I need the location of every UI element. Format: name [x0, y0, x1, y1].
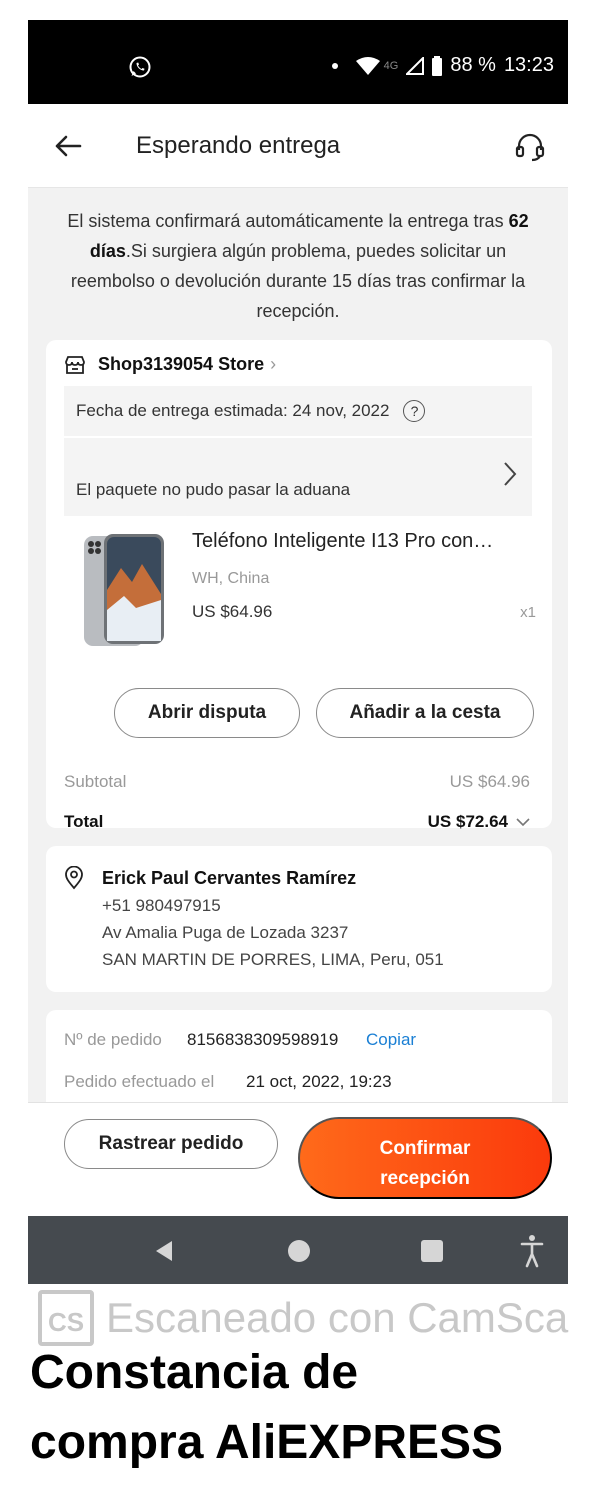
product-price: US $64.96 [192, 602, 273, 621]
network-type: 4G [383, 59, 399, 72]
question-icon[interactable]: ? [403, 400, 426, 422]
chevron-down-icon [516, 818, 530, 827]
add-to-cart-button[interactable]: Añadir a la cesta [316, 688, 534, 738]
store-icon [65, 355, 85, 374]
total-expander[interactable]: US $72.64 [428, 812, 530, 832]
address-city: SAN MARTIN DE PORRES, LIMA, Peru, 051 [102, 950, 444, 969]
copy-order-link[interactable]: Copiar [366, 1030, 416, 1050]
chevron-right-icon[interactable] [502, 460, 518, 488]
open-dispute-button[interactable]: Abrir disputa [114, 688, 300, 738]
nav-back-icon[interactable] [154, 1240, 174, 1262]
caption-line-2: compra AliEXPRESS [30, 1416, 504, 1469]
order-number-label: Nº de pedido [64, 1030, 162, 1049]
confirm-receipt-button[interactable]: Confirmar recepción [298, 1117, 552, 1199]
status-bar: 4G 88 % 13:23 [28, 20, 568, 104]
caption: Constancia de compra AliEXPRESS [30, 1338, 590, 1478]
product-origin: WH, China [192, 570, 270, 587]
estimated-delivery: Fecha de entrega estimada: 24 nov, 2022 [76, 401, 390, 420]
auto-confirm-notice: El sistema confirmará automáticamente la… [67, 211, 529, 321]
headset-icon[interactable] [514, 132, 546, 162]
shipping-status-box: Fecha de entrega estimada: 24 nov, 2022 … [64, 386, 532, 516]
shipping-address-card: Erick Paul Cervantes Ramírez +51 9804979… [46, 846, 552, 992]
battery-level: 88 % [450, 54, 496, 76]
divider [64, 436, 532, 438]
track-order-button[interactable]: Rastrear pedido [64, 1119, 278, 1169]
action-bar: Rastrear pedido Confirmar recepción [28, 1102, 568, 1216]
signal-icon [406, 56, 425, 75]
product-quantity: x1 [520, 604, 536, 621]
wifi-icon [355, 56, 380, 75]
whatsapp-icon [129, 56, 151, 78]
phone-screen: 4G 88 % 13:23 Esperando entrega El siste… [28, 20, 568, 1284]
dot-icon [331, 62, 338, 69]
caption-line-1: Constancia de [30, 1346, 359, 1399]
subtotal-value: US $64.96 [449, 772, 530, 791]
location-pin-icon [65, 866, 83, 890]
product-item[interactable]: Teléfono Inteligente I13 Pro con… WH, Ch… [76, 526, 542, 656]
address-street: Av Amalia Puga de Lozada 3237 [102, 923, 349, 942]
clock: 13:23 [503, 54, 554, 76]
recipient-phone: +51 980497915 [102, 896, 221, 915]
nav-recents-icon[interactable] [421, 1240, 443, 1262]
total-value: US $72.64 [427, 812, 508, 831]
page-title: Esperando entrega [136, 132, 341, 159]
store-name: Shop3139054 Store [98, 354, 265, 374]
subtotal-label: Subtotal [64, 772, 127, 791]
header: Esperando entrega [28, 104, 568, 188]
product-title: Teléfono Inteligente I13 Pro con… [192, 530, 494, 552]
store-link[interactable]: Shop3139054 Store › [64, 354, 276, 375]
order-placed-label: Pedido efectuado el [64, 1072, 215, 1091]
back-arrow-icon[interactable] [54, 134, 82, 158]
chevron-right-icon: › [270, 354, 277, 374]
battery-icon [432, 55, 443, 76]
system-nav-bar [28, 1216, 568, 1284]
customs-status[interactable]: El paquete no pudo pasar la aduana [76, 480, 350, 500]
recipient-name: Erick Paul Cervantes Ramírez [102, 868, 357, 888]
product-image [84, 534, 164, 646]
order-placed-date: 21 oct, 2022, 19:23 [246, 1072, 392, 1091]
accessibility-icon[interactable] [520, 1234, 544, 1268]
order-number: 8156838309598919 [187, 1030, 339, 1049]
order-card: Shop3139054 Store › Fecha de entrega est… [46, 340, 552, 831]
watermark-text: Escaneado con CamSca [106, 1294, 569, 1341]
total-label: Total [64, 812, 104, 831]
nav-home-icon[interactable] [288, 1240, 310, 1262]
